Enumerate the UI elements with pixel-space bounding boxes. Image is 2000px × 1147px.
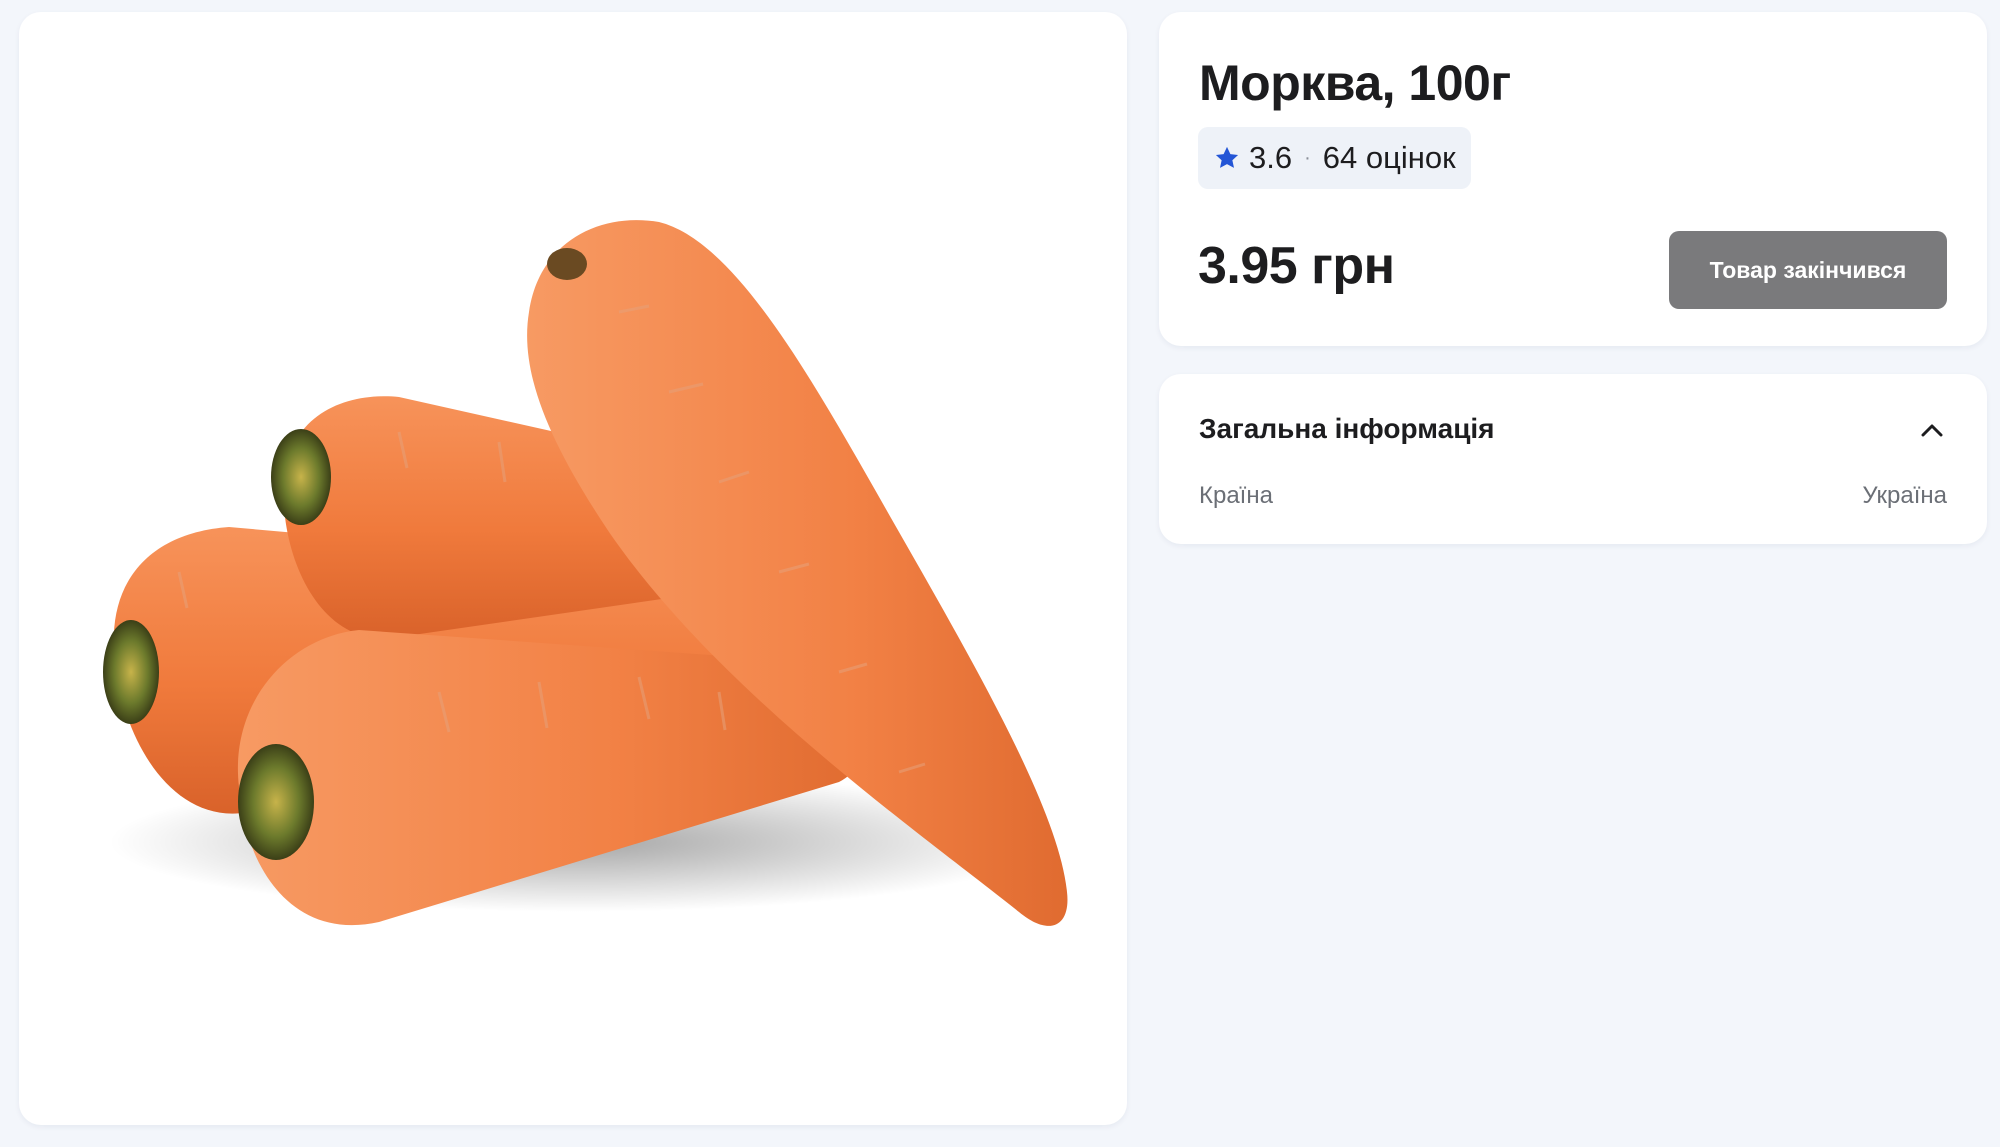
product-page: Морква, 100г 3.6 · 64 оцінок 3.95 грн То… (0, 0, 2000, 1147)
rating-count: 64 оцінок (1322, 140, 1456, 175)
product-title: Морква, 100г (1199, 55, 1511, 111)
info-row-label: Країна (1199, 482, 1273, 509)
chevron-up-icon (1921, 424, 1943, 437)
out-of-stock-button[interactable]: Товар закінчився (1669, 231, 1947, 309)
product-image (103, 220, 1068, 926)
general-info-title: Загальна інформація (1199, 413, 1495, 444)
rating-badge[interactable]: 3.6 · 64 оцінок (1198, 127, 1471, 189)
rating-value: 3.6 (1249, 140, 1293, 175)
info-row-value: Україна (1862, 482, 1947, 509)
rating-separator: · (1304, 146, 1311, 169)
general-info-toggle[interactable] (1914, 412, 1950, 448)
star-icon (1213, 144, 1241, 172)
product-summary-card: Морква, 100г 3.6 · 64 оцінок 3.95 грн То… (1159, 12, 1987, 346)
general-info-card: Загальна інформація Країна Україна (1159, 374, 1987, 544)
product-price: 3.95 грн (1198, 237, 1395, 295)
product-image-card (19, 12, 1127, 1125)
